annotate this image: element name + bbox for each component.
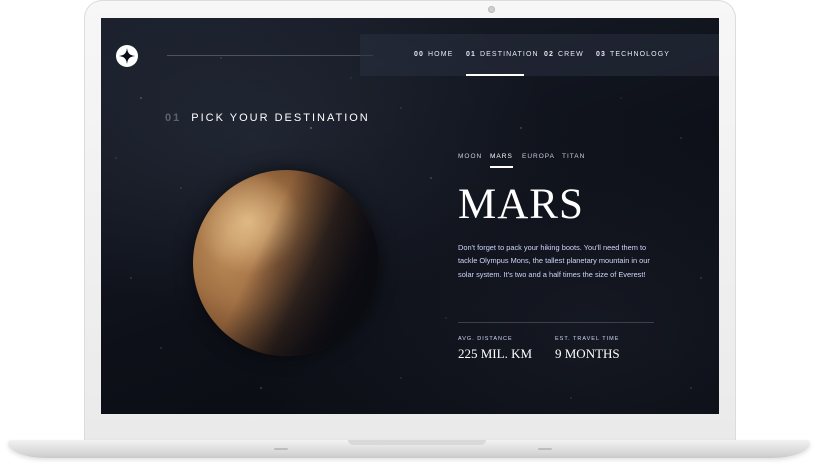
nav-number: 01 [466, 51, 476, 58]
laptop-notch [348, 440, 486, 445]
stat-travel-time-label: EST. TRAVEL TIME [555, 336, 620, 342]
page-title-text: PICK YOUR DESTINATION [191, 112, 370, 124]
stat-distance-value: 225 MIL. KM [458, 346, 533, 361]
nav-item-technology[interactable]: 03 TECHNOLOGY [596, 34, 670, 76]
page-title: 01 PICK YOUR DESTINATION [165, 112, 370, 124]
nav-item-home[interactable]: 00 HOME [414, 34, 453, 76]
destination-description: Don't forget to pack your hiking boots. … [458, 243, 650, 279]
destination-name: MARS [458, 181, 584, 228]
nav-item-crew[interactable]: 02 CREW [544, 34, 584, 76]
tab-titan[interactable]: TITAN [562, 153, 585, 160]
stat-distance-label: AVG. DISTANCE [458, 336, 513, 342]
laptop-foot [538, 448, 552, 450]
tab-mars[interactable]: MARS [490, 153, 513, 168]
planet-shadow [193, 170, 379, 356]
nav-label: HOME [428, 51, 454, 58]
nav-label: CREW [558, 51, 584, 58]
screen: 00 HOME 01 DESTINATION 02 CREW 03 TECHNOLOGY… [101, 18, 719, 414]
nav-number: 00 [414, 51, 424, 58]
nav-label: TECHNOLOGY [610, 51, 671, 58]
main-nav: 00 HOME 01 DESTINATION 02 CREW 03 TECHNOLOGY [360, 34, 719, 76]
starfield-background [115, 57, 702, 399]
page-title-number: 01 [165, 112, 182, 124]
nav-number: 03 [596, 51, 606, 58]
laptop-foot [274, 448, 288, 450]
planet-image [193, 170, 379, 356]
laptop-mockup: 00 HOME 01 DESTINATION 02 CREW 03 TECHNOLOGY… [0, 0, 817, 466]
header-divider [167, 55, 373, 56]
nav-number: 02 [544, 51, 554, 58]
star-logo-icon[interactable] [116, 45, 138, 67]
nav-label: DESTINATION [480, 51, 539, 58]
laptop-base [8, 440, 810, 458]
stats-divider [458, 322, 654, 323]
nav-item-destination[interactable]: 01 DESTINATION [466, 34, 538, 76]
stat-travel-time-value: 9 MONTHS [555, 346, 620, 361]
tab-europa[interactable]: EUROPA [522, 153, 555, 160]
tab-moon[interactable]: MOON [458, 153, 482, 160]
webcam-icon [488, 6, 495, 13]
